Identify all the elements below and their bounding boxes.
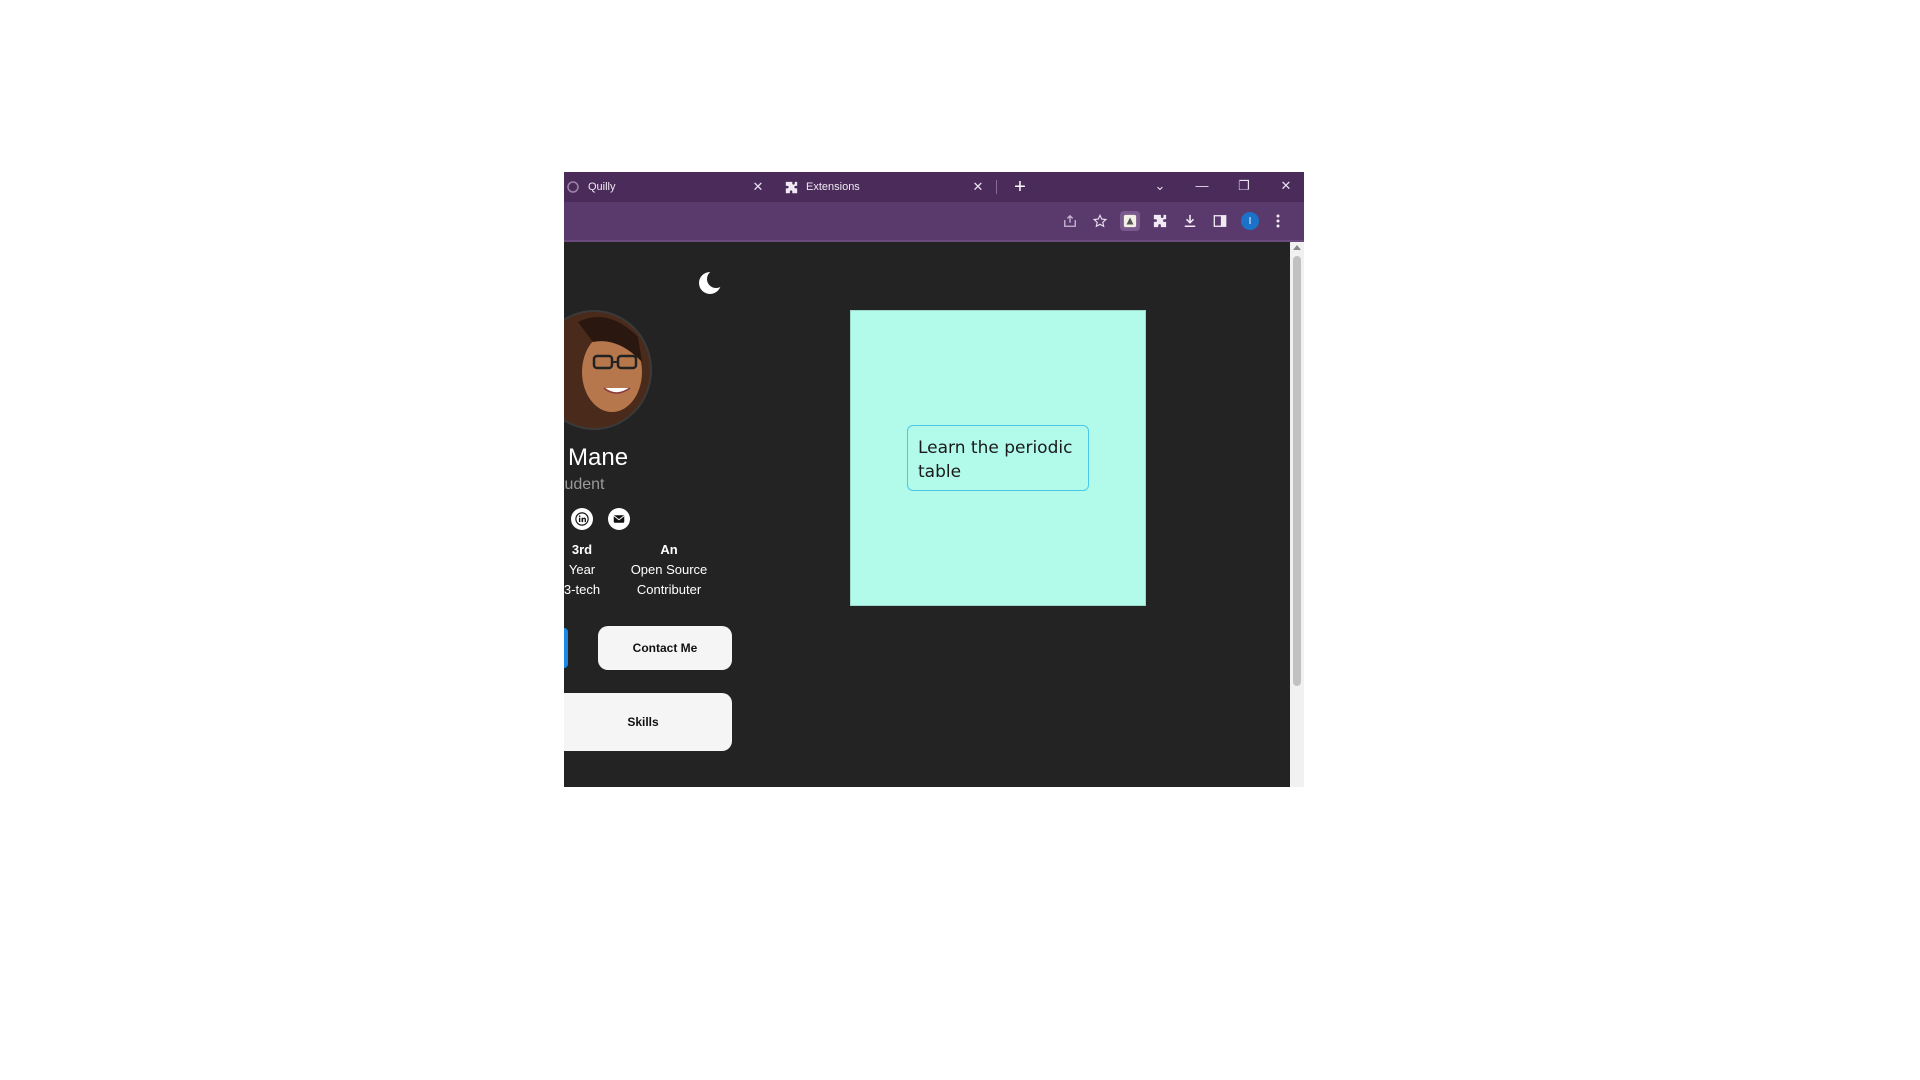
email-icon[interactable] — [608, 508, 630, 530]
stat-top: An — [660, 542, 678, 557]
extensions-puzzle-icon[interactable] — [1150, 211, 1170, 231]
stat-year: 3rd Year 3-tech — [564, 540, 602, 600]
sticky-note-panel: Learn the periodic table — [850, 310, 1146, 606]
close-tab-icon[interactable]: ✕ — [750, 179, 766, 195]
stat-open-source: An Open Source Contributer — [622, 540, 716, 600]
puzzle-piece-icon — [784, 180, 798, 194]
tab-search-chevron-down-icon[interactable]: ⌄ — [1146, 172, 1174, 200]
tab-label: Extensions — [806, 181, 860, 193]
more-menu-icon[interactable] — [1268, 211, 1288, 231]
scroll-up-arrow-icon[interactable] — [1293, 245, 1301, 250]
side-panel-icon[interactable] — [1210, 211, 1230, 231]
tab-extensions[interactable]: Extensions ✕ — [774, 172, 994, 202]
stat-line: Contributer — [636, 582, 702, 597]
download-icon[interactable] — [1180, 211, 1200, 231]
page-content: Mane tudent 3rd Year 3-tech An Open Sour… — [564, 242, 1290, 787]
profile-avatar[interactable]: I — [1240, 211, 1260, 231]
linkedin-icon[interactable] — [571, 508, 593, 530]
scroll-thumb[interactable] — [1293, 256, 1301, 686]
minimize-button[interactable]: — — [1188, 172, 1216, 200]
bookmark-star-icon[interactable] — [1090, 211, 1110, 231]
quilly-extension-icon[interactable] — [1120, 211, 1140, 231]
close-window-button[interactable]: ✕ — [1272, 172, 1300, 200]
new-tab-button[interactable]: + — [1008, 175, 1032, 199]
stat-top: 3rd — [571, 542, 593, 557]
stat-line: Year — [568, 562, 596, 577]
profile-name: Mane — [568, 444, 629, 471]
share-icon[interactable] — [1060, 211, 1080, 231]
tab-strip: Quilly ✕ Extensions ✕ + ⌄ — ❐ ✕ — [564, 172, 1304, 202]
profile-initial: I — [1241, 212, 1259, 230]
tab-quilly[interactable]: Quilly ✕ — [564, 172, 774, 202]
download-cv-button-edge[interactable] — [564, 628, 568, 668]
stat-line: Open Source — [630, 562, 708, 577]
stat-line: 3-tech — [564, 582, 601, 597]
close-tab-icon[interactable]: ✕ — [970, 179, 986, 195]
tab-label: Quilly — [588, 181, 616, 193]
restore-button[interactable]: ❐ — [1230, 172, 1258, 200]
skills-button[interactable]: Skills — [564, 693, 732, 751]
browser-toolbar: I — [564, 202, 1304, 242]
scrollbar[interactable] — [1290, 242, 1304, 787]
profile-role: tudent — [564, 476, 605, 493]
sticky-note-text[interactable]: Learn the periodic table — [907, 425, 1089, 491]
browser-window: Quilly ✕ Extensions ✕ + ⌄ — ❐ ✕ I Mane t… — [564, 172, 1304, 787]
dark-mode-toggle-icon[interactable] — [699, 270, 725, 294]
tab-separator — [996, 180, 997, 194]
contact-me-button[interactable]: Contact Me — [598, 626, 732, 670]
profile-photo — [564, 310, 652, 430]
quilly-favicon-icon — [566, 180, 580, 194]
